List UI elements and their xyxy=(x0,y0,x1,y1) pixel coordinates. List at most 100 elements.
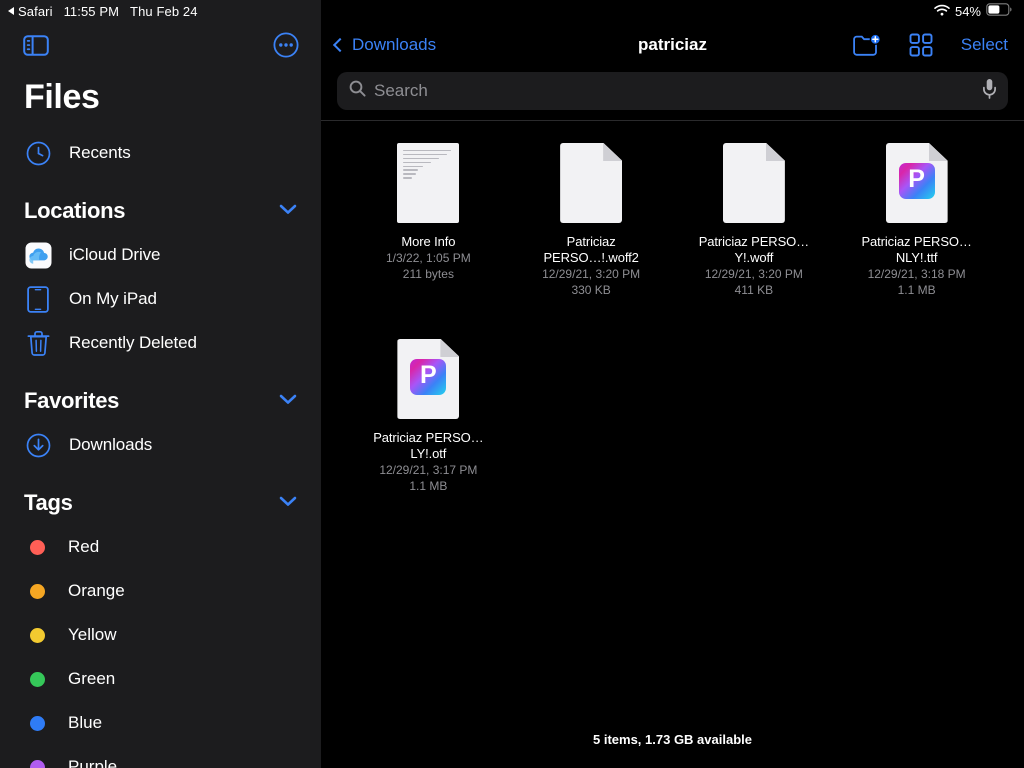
sidebar-tag-blue[interactable]: Blue xyxy=(0,701,321,745)
section-title: Locations xyxy=(24,198,125,224)
file-size: 330 KB xyxy=(571,282,610,298)
tag-label: Purple xyxy=(68,757,117,768)
file-date: 12/29/21, 3:17 PM xyxy=(379,462,477,478)
sidebar-tag-orange[interactable]: Orange xyxy=(0,569,321,613)
status-bar-left: Safari 11:55 PM Thu Feb 24 xyxy=(0,0,321,22)
battery-icon xyxy=(986,3,1012,19)
back-button[interactable]: Downloads xyxy=(335,35,436,55)
tag-color-dot-icon xyxy=(30,584,45,599)
tag-color-dot-icon xyxy=(30,628,45,643)
grid-view-icon[interactable] xyxy=(909,33,933,57)
sidebar-tag-red[interactable]: Red xyxy=(0,525,321,569)
back-app-label: Safari xyxy=(18,4,53,19)
ipad-icon xyxy=(24,285,52,313)
tag-label: Yellow xyxy=(68,625,117,645)
file-name: Patriciaz PERSO…!.woff2 xyxy=(521,234,661,266)
search-bar[interactable]: Search xyxy=(337,72,1008,110)
tag-color-dot-icon xyxy=(30,716,45,731)
tag-color-dot-icon xyxy=(30,672,45,687)
microphone-icon[interactable] xyxy=(982,78,997,104)
navigation-bar: Downloads patriciaz xyxy=(321,22,1024,68)
file-item[interactable]: Patriciaz PERSO…Y!.woff 12/29/21, 3:20 P… xyxy=(673,143,836,298)
main-content: 54% Downloads patriciaz xyxy=(321,0,1024,768)
sidebar-tag-green[interactable]: Green xyxy=(0,657,321,701)
sidebar-item-label: Recents xyxy=(69,143,131,163)
sidebar-item-recents[interactable]: Recents xyxy=(0,131,321,175)
file-size: 411 KB xyxy=(735,282,773,298)
file-name: Patriciaz PERSO…NLY!.ttf xyxy=(847,234,987,266)
file-date: 12/29/21, 3:20 PM xyxy=(542,266,640,282)
ellipsis-circle-icon[interactable] xyxy=(273,32,299,58)
sidebar-item-on-my-ipad[interactable]: On My iPad xyxy=(0,277,321,321)
status-footer: 5 items, 1.73 GB available xyxy=(321,732,1024,747)
triangle-left-icon xyxy=(8,7,14,15)
sidebar-item-label: Downloads xyxy=(69,435,152,455)
tag-label: Blue xyxy=(68,713,102,733)
sidebar-section-favorites[interactable]: Favorites xyxy=(0,379,321,423)
tag-color-dot-icon xyxy=(30,760,45,768)
clock-icon xyxy=(24,139,52,167)
picsart-logo-icon: P xyxy=(410,359,446,395)
file-item[interactable]: P Patriciaz PERSO…NLY!.ttf 12/29/21, 3:1… xyxy=(835,143,998,298)
back-button-label: Downloads xyxy=(352,35,436,55)
status-bar-right: 54% xyxy=(321,0,1024,22)
file-item[interactable]: P Patriciaz PERSO…LY!.otf 12/29/21, 3:17… xyxy=(347,339,510,494)
sidebar-item-icloud-drive[interactable]: iCloud Drive xyxy=(0,233,321,277)
tag-label: Orange xyxy=(68,581,125,601)
sidebar-item-label: iCloud Drive xyxy=(69,245,160,265)
search-icon xyxy=(349,80,366,102)
file-name: Patriciaz PERSO…LY!.otf xyxy=(358,430,498,462)
navbar-actions: Select xyxy=(853,33,1008,57)
sidebar-item-recently-deleted[interactable]: Recently Deleted xyxy=(0,321,321,365)
file-date: 1/3/22, 1:05 PM xyxy=(386,250,471,266)
status-bar-time: 11:55 PM xyxy=(64,4,119,19)
battery-percent-label: 54% xyxy=(955,4,981,19)
icloud-icon xyxy=(24,241,52,269)
sidebar-section-locations[interactable]: Locations xyxy=(0,189,321,233)
file-size: 1.1 MB xyxy=(409,478,447,494)
sidebar-section-tags[interactable]: Tags xyxy=(0,481,321,525)
file-grid: More Info 1/3/22, 1:05 PM 211 bytes Patr… xyxy=(321,121,1024,494)
file-date: 12/29/21, 3:18 PM xyxy=(868,266,966,282)
new-folder-icon[interactable] xyxy=(853,34,881,57)
blank-document-icon xyxy=(560,143,622,223)
tag-label: Green xyxy=(68,669,115,689)
sidebar-item-label: Recently Deleted xyxy=(69,333,197,353)
file-date: 12/29/21, 3:20 PM xyxy=(705,266,803,282)
chevron-down-icon[interactable] xyxy=(279,202,297,220)
download-circle-icon xyxy=(24,431,52,459)
blank-document-icon xyxy=(723,143,785,223)
sidebar-toggle-icon[interactable] xyxy=(23,35,49,56)
file-name: Patriciaz PERSO…Y!.woff xyxy=(684,234,824,266)
text-document-preview-icon xyxy=(397,143,459,223)
trash-icon xyxy=(24,329,52,357)
sidebar-list: Recents Locations xyxy=(0,117,321,768)
file-name: More Info xyxy=(401,234,455,250)
status-bar-date: Thu Feb 24 xyxy=(130,4,198,19)
search-input[interactable]: Search xyxy=(374,81,974,101)
sidebar-item-label: On My iPad xyxy=(69,289,157,309)
search-container: Search xyxy=(321,68,1024,120)
file-item[interactable]: Patriciaz PERSO…!.woff2 12/29/21, 3:20 P… xyxy=(510,143,673,298)
wifi-icon xyxy=(934,4,950,19)
file-size: 1.1 MB xyxy=(898,282,936,298)
chevron-left-icon xyxy=(333,38,347,52)
sidebar-tag-purple[interactable]: Purple xyxy=(0,745,321,768)
chevron-down-icon[interactable] xyxy=(279,494,297,512)
page-title: Files xyxy=(0,68,321,117)
select-button[interactable]: Select xyxy=(961,35,1008,55)
sidebar-toolbar xyxy=(0,22,321,68)
section-title: Tags xyxy=(24,490,73,516)
back-to-safari-button[interactable]: Safari xyxy=(8,4,53,19)
picsart-document-icon: P xyxy=(886,143,948,223)
tag-color-dot-icon xyxy=(30,540,45,555)
sidebar: Safari 11:55 PM Thu Feb 24 xyxy=(0,0,321,768)
section-title: Favorites xyxy=(24,388,119,414)
tag-label: Red xyxy=(68,537,99,557)
file-item[interactable]: More Info 1/3/22, 1:05 PM 211 bytes xyxy=(347,143,510,298)
picsart-document-icon: P xyxy=(397,339,459,419)
chevron-down-icon[interactable] xyxy=(279,392,297,410)
file-size: 211 bytes xyxy=(403,266,454,282)
sidebar-item-downloads[interactable]: Downloads xyxy=(0,423,321,467)
sidebar-tag-yellow[interactable]: Yellow xyxy=(0,613,321,657)
